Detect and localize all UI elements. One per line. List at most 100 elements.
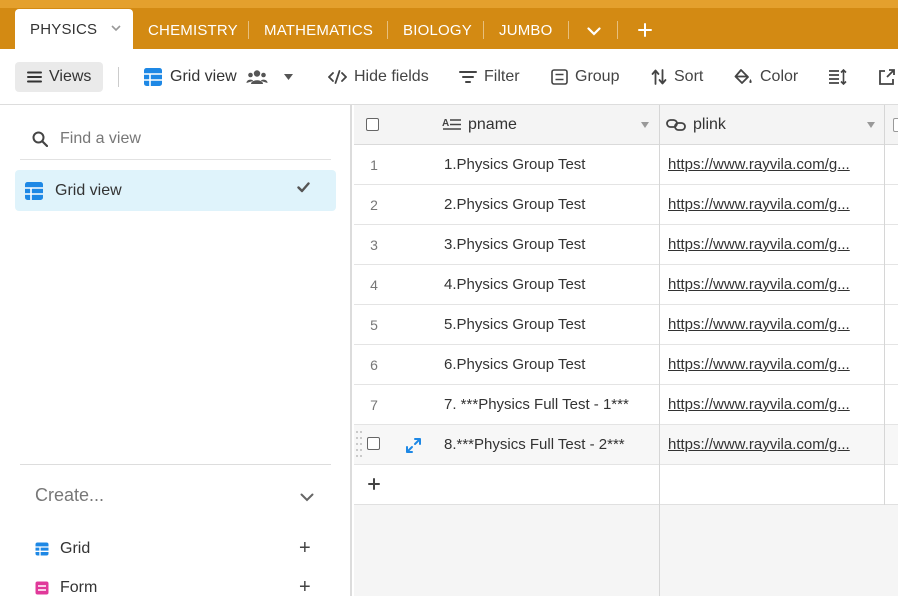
add-field-button[interactable]	[893, 118, 898, 132]
table-row[interactable]: 7 7. ***Physics Full Test - 1*** https:/…	[354, 385, 898, 425]
cell-plink[interactable]: https://www.rayvila.com/g...	[668, 396, 874, 413]
row-number: 2	[370, 197, 378, 213]
column-divider	[884, 105, 885, 505]
row-number: 5	[370, 317, 378, 333]
group-icon	[551, 69, 568, 85]
tab-mathematics[interactable]: MATHEMATICS	[264, 15, 373, 45]
filter-button[interactable]: Filter	[459, 62, 520, 92]
drag-handle[interactable]	[356, 429, 364, 461]
color-label: Color	[760, 68, 799, 85]
add-record-row[interactable]	[354, 465, 898, 505]
tab-physics-label: PHYSICS	[30, 20, 98, 38]
tab-separator	[483, 21, 484, 39]
plus-icon[interactable]: +	[299, 537, 311, 560]
cell-pname[interactable]: 2.Physics Group Test	[444, 196, 585, 213]
cell-plink[interactable]: https://www.rayvila.com/g...	[668, 356, 874, 373]
grid-header: A pname plink	[354, 105, 898, 145]
search-icon	[32, 131, 48, 147]
tab-separator	[568, 21, 569, 39]
color-button[interactable]: Color	[734, 62, 798, 92]
find-view-box	[20, 118, 331, 160]
table-tab-bar: PHYSICS CHEMISTRY MATHEMATICS BIOLOGY JU…	[0, 0, 898, 49]
hide-fields-label: Hide fields	[354, 68, 429, 85]
cell-pname[interactable]: 6.Physics Group Test	[444, 356, 585, 373]
create-grid-view[interactable]: Grid	[35, 538, 90, 560]
cell-pname[interactable]: 1.Physics Group Test	[444, 156, 585, 173]
table-row[interactable]: 4 4.Physics Group Test https://www.rayvi…	[354, 265, 898, 305]
row-number: 1	[370, 157, 378, 173]
create-form-label: Form	[60, 579, 98, 596]
view-toolbar: Views Grid view Hide fields Filter Group…	[0, 49, 898, 105]
column-name-plink: plink	[693, 116, 726, 133]
grid-icon	[35, 542, 49, 556]
cell-pname[interactable]: 4.Physics Group Test	[444, 276, 585, 293]
users-icon	[246, 70, 268, 84]
toolbar-divider	[118, 67, 119, 87]
views-button[interactable]: Views	[15, 62, 103, 92]
row-number: 4	[370, 277, 378, 293]
group-button[interactable]: Group	[551, 62, 619, 92]
column-header-pname[interactable]: A pname	[442, 105, 659, 145]
plus-icon	[638, 23, 652, 37]
cell-plink[interactable]: https://www.rayvila.com/g...	[668, 156, 874, 173]
caret-down-icon[interactable]	[867, 122, 875, 128]
create-grid-label: Grid	[60, 540, 91, 557]
cell-plink[interactable]: https://www.rayvila.com/g...	[668, 276, 874, 293]
select-all-checkbox[interactable]	[366, 118, 379, 131]
plus-icon[interactable]	[368, 473, 380, 496]
column-name-pname: pname	[468, 116, 517, 133]
share-view-button[interactable]	[878, 62, 898, 92]
table-row[interactable]: 2 2.Physics Group Test https://www.rayvi…	[354, 185, 898, 225]
views-sidebar: Grid view Create... Grid + Form +	[0, 105, 352, 596]
sort-button[interactable]: Sort	[651, 62, 703, 92]
cell-plink[interactable]: https://www.rayvila.com/g...	[668, 236, 874, 253]
filter-icon	[459, 71, 477, 83]
chevron-down-icon[interactable]	[300, 489, 314, 507]
table-row[interactable]: 3 3.Physics Group Test https://www.rayvi…	[354, 225, 898, 265]
more-tables-button[interactable]	[579, 19, 609, 43]
table-row[interactable]: 6 6.Physics Group Test https://www.rayvi…	[354, 345, 898, 385]
create-section-heading[interactable]: Create...	[35, 485, 104, 506]
cell-pname[interactable]: 8.***Physics Full Test - 2***	[444, 436, 625, 453]
tab-chemistry[interactable]: CHEMISTRY	[148, 15, 238, 45]
cell-pname[interactable]: 3.Physics Group Test	[444, 236, 585, 253]
column-header-plink[interactable]: plink	[666, 105, 885, 145]
table-row[interactable]: 5 5.Physics Group Test https://www.rayvi…	[354, 305, 898, 345]
cell-plink[interactable]: https://www.rayvila.com/g...	[668, 316, 874, 333]
view-item-grid-view[interactable]: Grid view	[15, 170, 336, 211]
long-text-icon: A	[442, 118, 461, 130]
add-table-button[interactable]	[630, 15, 660, 45]
row-checkbox[interactable]	[367, 437, 380, 450]
tab-biology[interactable]: BIOLOGY	[403, 15, 472, 45]
chevron-down-icon[interactable]	[111, 23, 121, 35]
tab-separator	[617, 21, 618, 39]
cell-pname[interactable]: 7. ***Physics Full Test - 1***	[444, 396, 629, 413]
create-form-view[interactable]: Form	[35, 577, 97, 596]
row-height-icon	[829, 69, 847, 85]
tab-bar-top-strip	[0, 0, 898, 8]
find-view-input[interactable]	[60, 129, 310, 148]
cell-pname[interactable]: 5.Physics Group Test	[444, 316, 585, 333]
cell-plink[interactable]: https://www.rayvila.com/g...	[668, 196, 874, 213]
paint-bucket-icon	[734, 68, 752, 84]
tab-jumbo[interactable]: JUMBO	[499, 15, 553, 45]
svg-text:A: A	[442, 118, 449, 129]
create-divider	[20, 464, 331, 465]
expand-record-icon[interactable]	[405, 437, 422, 459]
link-icon	[666, 119, 686, 131]
tab-physics[interactable]: PHYSICS	[15, 9, 133, 49]
group-label: Group	[575, 68, 620, 85]
table-row[interactable]: 8.***Physics Full Test - 2*** https://ww…	[354, 425, 898, 465]
caret-down-icon[interactable]	[641, 122, 649, 128]
table-row[interactable]: 1 1.Physics Group Test https://www.rayvi…	[354, 145, 898, 185]
plus-icon[interactable]: +	[299, 576, 311, 596]
external-link-icon	[879, 68, 895, 85]
view-item-label: Grid view	[55, 181, 122, 199]
row-height-button[interactable]	[828, 62, 854, 92]
row-number: 6	[370, 357, 378, 373]
sort-label: Sort	[674, 68, 704, 85]
view-switcher[interactable]: Grid view	[143, 62, 300, 92]
cell-plink[interactable]: https://www.rayvila.com/g...	[668, 436, 874, 453]
data-grid: A pname plink 1 1.Physics Group Test htt…	[354, 105, 898, 596]
hide-fields-button[interactable]: Hide fields	[328, 62, 429, 92]
